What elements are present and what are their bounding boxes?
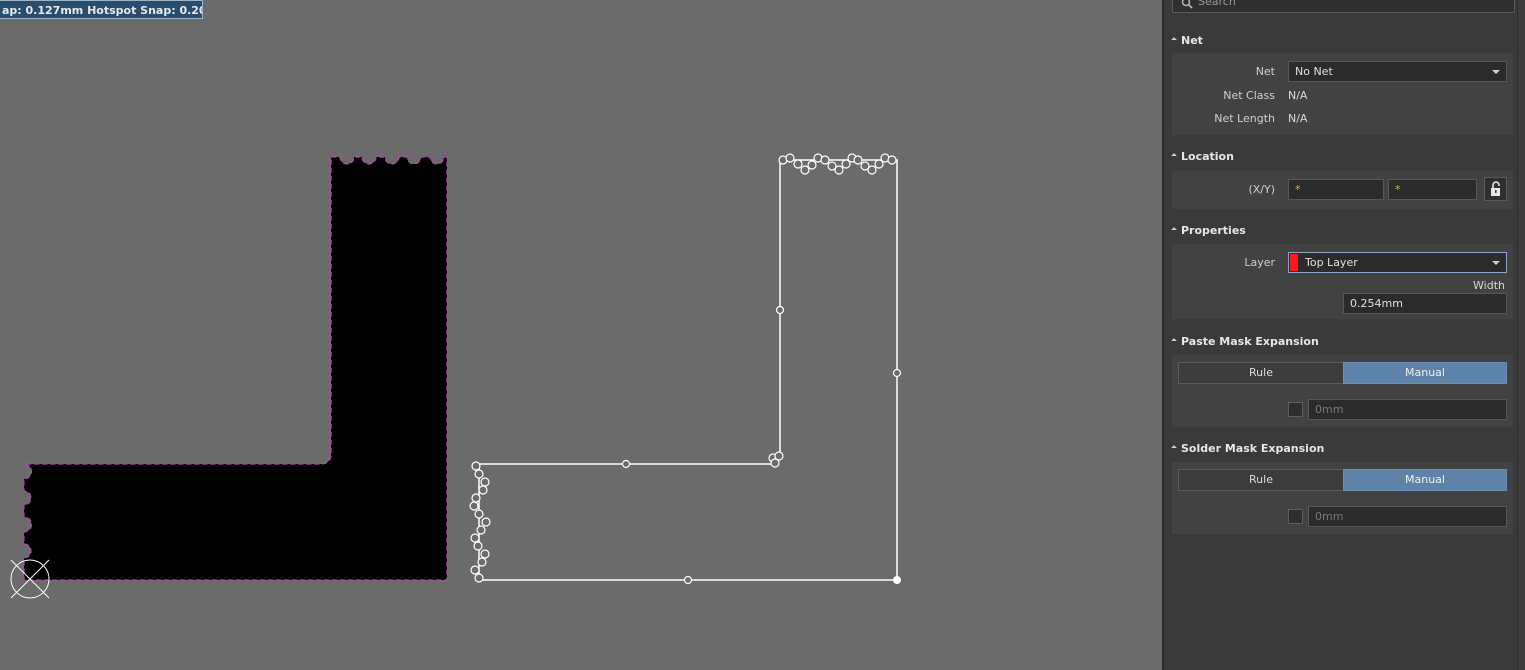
pcb-canvas[interactable]: ap: 0.127mm Hotspot Snap: 0.203mm [0,0,1162,670]
y-input[interactable]: * [1388,179,1477,200]
solder-mask-checkbox[interactable] [1288,509,1303,524]
net-dropdown-value: No Net [1295,65,1333,78]
paste-mask-value-placeholder: 0mm [1315,403,1344,416]
section-title-solder-mask: Solder Mask Expansion [1181,442,1325,455]
section-title-paste-mask: Paste Mask Expansion [1181,335,1319,348]
chevron-down-icon [1492,70,1500,74]
section-header-solder-mask[interactable]: Solder Mask Expansion [1171,440,1325,458]
panel-scrollbar[interactable] [1517,0,1525,670]
section-body-location: (X/Y) * * [1172,171,1513,209]
outline-region-shape[interactable] [469,153,902,585]
section-body-net: Net No Net Net Class N/A Net Length N/A [1172,53,1513,135]
section-title-location: Location [1181,150,1234,163]
x-input-value: * [1295,183,1301,196]
section-header-paste-mask[interactable]: Paste Mask Expansion [1171,333,1319,351]
chevron-down-icon [1492,261,1500,265]
snap-status-bar: ap: 0.127mm Hotspot Snap: 0.203mm [0,0,203,19]
collapse-triangle-icon [1171,37,1177,43]
layer-color-swatch [1290,254,1298,271]
paste-mask-manual-button[interactable]: Manual [1343,362,1507,384]
properties-panel: Search Net Net No Net Net Class N/A Net … [1164,0,1525,670]
solder-mask-rule-button[interactable]: Rule [1178,469,1344,491]
layer-dropdown[interactable]: Top Layer [1288,252,1507,273]
width-input[interactable]: 0.254mm [1343,293,1507,314]
search-icon [1181,0,1193,9]
net-dropdown[interactable]: No Net [1288,61,1507,82]
lock-button[interactable] [1484,177,1507,201]
section-header-location[interactable]: Location [1171,148,1234,166]
pcb-canvas-drawing[interactable] [0,0,1162,670]
net-label: Net [1255,65,1275,78]
net-length-value: N/A [1288,112,1308,125]
x-input[interactable]: * [1288,179,1384,200]
xy-label: (X/Y) [1248,183,1275,196]
section-header-net[interactable]: Net [1171,32,1203,50]
solder-mask-value-input[interactable]: 0mm [1308,506,1507,527]
net-class-label: Net Class [1223,89,1275,102]
section-header-properties[interactable]: Properties [1171,222,1246,240]
section-body-paste-mask: Rule Manual 0mm [1172,355,1513,427]
paste-mask-checkbox[interactable] [1288,402,1303,417]
solder-mask-value-placeholder: 0mm [1315,510,1344,523]
width-label: Width [1473,279,1505,292]
section-title-net: Net [1181,34,1203,47]
search-box[interactable]: Search [1172,0,1515,13]
layer-label: Layer [1244,256,1275,269]
paste-mask-value-input[interactable]: 0mm [1308,399,1507,420]
solder-mask-manual-button[interactable]: Manual [1343,469,1507,491]
width-input-value: 0.254mm [1350,297,1403,310]
unlock-icon [1491,181,1500,196]
collapse-triangle-icon [1171,153,1177,159]
filled-region-shape[interactable] [23,156,448,581]
collapse-triangle-icon [1171,227,1177,233]
section-body-properties: Layer Top Layer Width 0.254mm [1172,244,1513,319]
net-class-value: N/A [1288,89,1308,102]
search-placeholder: Search [1198,0,1236,8]
paste-mask-rule-button[interactable]: Rule [1178,362,1344,384]
section-title-properties: Properties [1181,224,1246,237]
y-input-value: * [1395,183,1401,196]
layer-dropdown-value: Top Layer [1305,256,1358,269]
collapse-triangle-icon [1171,338,1177,344]
net-length-label: Net Length [1214,112,1275,125]
collapse-triangle-icon [1171,445,1177,451]
section-body-solder-mask: Rule Manual 0mm [1172,462,1513,534]
